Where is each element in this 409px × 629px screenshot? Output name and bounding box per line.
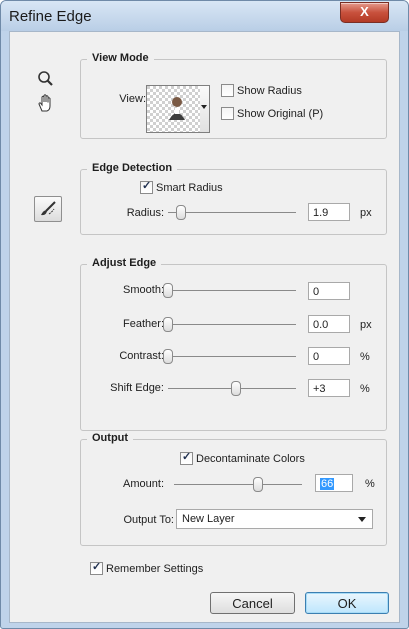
adjust-edge-title: Adjust Edge <box>87 257 162 269</box>
remember-settings-label: Remember Settings <box>106 562 204 575</box>
shift-edge-unit: % <box>360 383 370 395</box>
edge-detection-group: Edge Detection <box>80 162 387 235</box>
radius-input[interactable]: 1.9 <box>308 203 350 221</box>
radius-slider-track[interactable] <box>168 212 296 213</box>
title-bar[interactable]: Refine Edge X <box>1 1 408 31</box>
view-mode-preview[interactable] <box>146 85 202 133</box>
view-mode-title: View Mode <box>87 52 154 64</box>
view-label: View: <box>119 93 146 105</box>
dialog-body: View Mode View: Show Radius Show Origina… <box>9 31 400 623</box>
edge-detection-title: Edge Detection <box>87 162 178 174</box>
refine-radius-brush-icon <box>41 201 56 216</box>
contrast-slider-track[interactable] <box>168 356 296 357</box>
feather-slider-thumb[interactable] <box>163 317 173 332</box>
contrast-slider-thumb[interactable] <box>163 349 173 364</box>
shift-edge-input[interactable]: +3 <box>308 379 350 397</box>
decontaminate-colors-checkbox[interactable]: Decontaminate Colors <box>180 450 305 465</box>
decontaminate-colors-label: Decontaminate Colors <box>196 452 305 465</box>
smart-radius-label: Smart Radius <box>156 181 223 194</box>
shift-edge-label: Shift Edge: <box>110 382 164 394</box>
smart-radius-checkbox[interactable]: Smart Radius <box>140 179 223 194</box>
remember-settings-box <box>90 560 103 575</box>
smooth-input[interactable]: 0 <box>308 282 350 300</box>
feather-input[interactable]: 0.0 <box>308 315 350 333</box>
chevron-down-icon <box>358 517 366 522</box>
feather-unit: px <box>360 319 372 331</box>
contrast-input[interactable]: 0 <box>308 347 350 365</box>
window-title: Refine Edge <box>9 8 92 25</box>
smooth-label: Smooth: <box>123 284 164 296</box>
contrast-unit: % <box>360 351 370 363</box>
radius-label: Radius: <box>126 207 164 219</box>
amount-slider-thumb[interactable] <box>253 477 264 492</box>
refine-edge-dialog: Refine Edge X View Mode View: Show Radiu… <box>0 0 409 629</box>
show-radius-box <box>221 84 234 97</box>
smooth-slider-track[interactable] <box>168 290 296 291</box>
amount-label: Amount: <box>123 478 164 490</box>
close-button[interactable]: X <box>340 2 389 23</box>
hand-tool-icon[interactable] <box>35 92 57 114</box>
output-title: Output <box>87 432 134 444</box>
show-original-label: Show Original (P) <box>237 107 324 120</box>
amount-unit: % <box>365 478 375 490</box>
output-to-value: New Layer <box>182 513 235 525</box>
refine-radius-brush-button[interactable] <box>34 196 62 222</box>
cancel-button[interactable]: Cancel <box>210 592 295 614</box>
ok-button[interactable]: OK <box>305 592 389 614</box>
amount-value: 66 <box>320 478 335 490</box>
radius-unit: px <box>360 207 372 219</box>
feather-slider-track[interactable] <box>168 324 296 325</box>
view-thumbnail-image <box>147 86 201 132</box>
show-radius-label: Show Radius <box>237 84 302 97</box>
output-to-select[interactable]: New Layer <box>176 509 373 529</box>
zoom-tool-icon[interactable] <box>35 68 57 90</box>
smart-radius-box <box>140 179 153 194</box>
shift-edge-slider-thumb[interactable] <box>230 381 241 396</box>
amount-input[interactable]: 66 <box>315 474 353 492</box>
decontaminate-colors-box <box>180 450 193 465</box>
contrast-label: Contrast: <box>119 350 164 362</box>
output-to-label: Output To: <box>123 514 174 526</box>
show-original-checkbox[interactable]: Show Original (P) <box>221 107 323 120</box>
amount-slider-track[interactable] <box>174 484 302 485</box>
view-mode-dropdown-arrow[interactable] <box>200 85 210 133</box>
show-original-box <box>221 107 234 120</box>
feather-label: Feather: <box>123 318 164 330</box>
smooth-slider-thumb[interactable] <box>163 283 173 298</box>
show-radius-checkbox[interactable]: Show Radius <box>221 84 302 97</box>
radius-slider-thumb[interactable] <box>175 205 186 220</box>
remember-settings-checkbox[interactable]: Remember Settings <box>90 560 204 575</box>
